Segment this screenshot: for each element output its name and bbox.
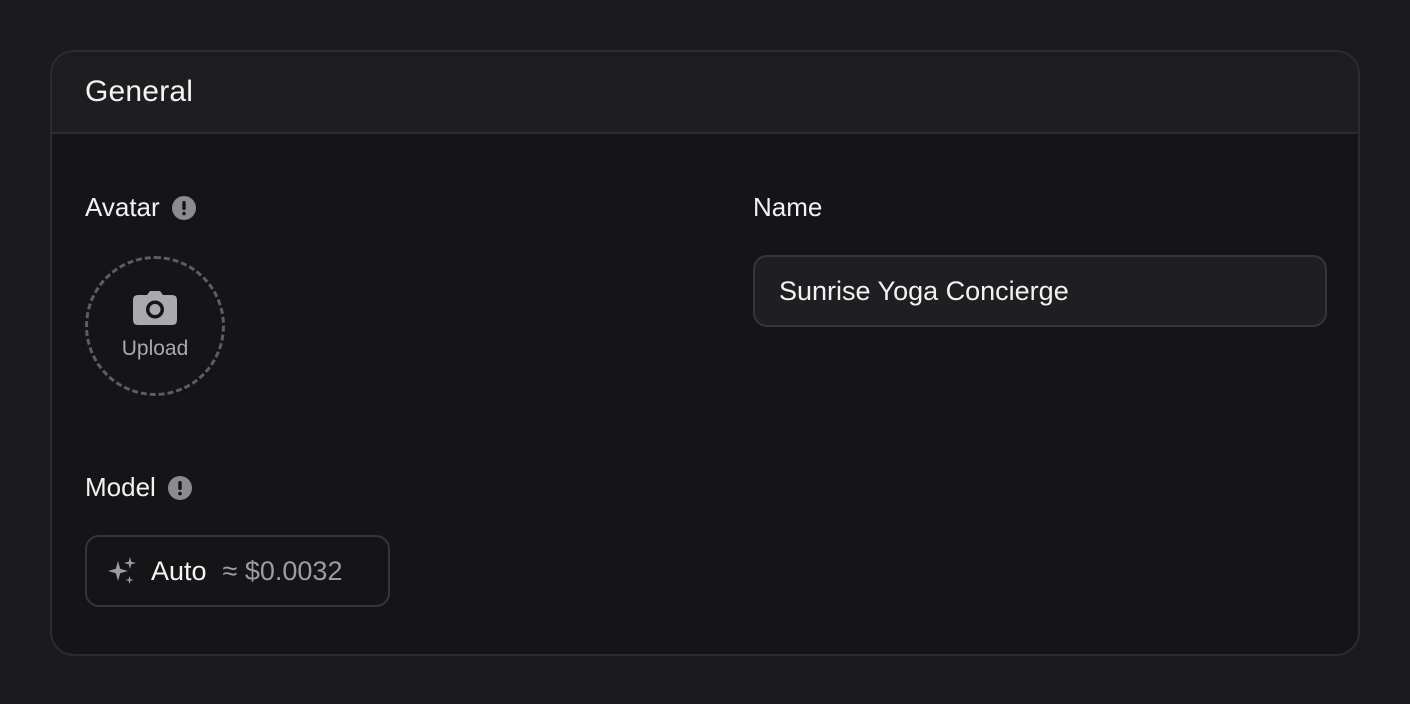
avatar-label-row: Avatar — [85, 192, 196, 223]
model-value: Auto — [151, 555, 207, 586]
name-label: Name — [753, 192, 823, 222]
card-header: General — [52, 52, 1358, 134]
name-input[interactable] — [753, 255, 1327, 327]
general-settings-card: General Avatar Upload Name Model — [50, 50, 1360, 656]
name-label-row: Name — [753, 192, 822, 223]
model-label-row: Model — [85, 472, 192, 503]
avatar-info-icon[interactable] — [171, 195, 196, 220]
model-cost: ≈ $0.0032 — [222, 555, 343, 586]
model-select-button[interactable]: Auto ≈ $0.0032 — [85, 535, 390, 607]
sparkle-icon — [107, 556, 137, 586]
upload-label: Upload — [121, 337, 189, 360]
avatar-label: Avatar — [85, 192, 160, 222]
section-title: General — [85, 75, 194, 108]
avatar-upload-button[interactable]: Upload — [85, 256, 225, 396]
model-label: Model — [85, 472, 156, 502]
model-info-icon[interactable] — [167, 475, 192, 500]
camera-icon — [133, 291, 177, 325]
